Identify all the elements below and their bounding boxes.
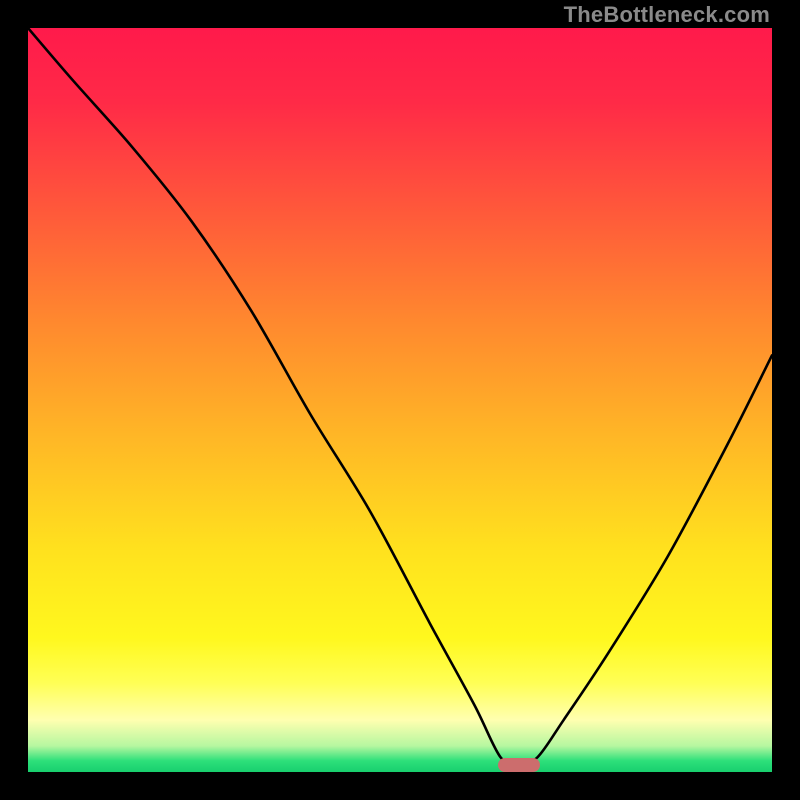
gradient-background (28, 28, 772, 772)
chart-frame (28, 28, 772, 772)
optimal-marker (498, 758, 540, 772)
watermark-text: TheBottleneck.com (564, 2, 770, 28)
bottleneck-chart (28, 28, 772, 772)
